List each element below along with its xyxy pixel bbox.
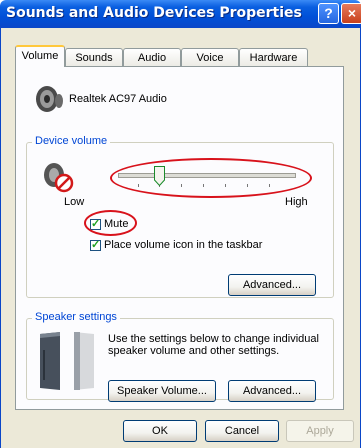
mute-label: Mute	[104, 218, 129, 230]
volume-slider[interactable]	[118, 166, 296, 190]
tab-sounds[interactable]: Sounds	[65, 48, 123, 66]
slider-tick	[181, 184, 182, 187]
checkmark-icon: ✓	[91, 218, 101, 230]
apply-button[interactable]: Apply	[286, 420, 354, 442]
slider-track	[118, 173, 296, 178]
close-button[interactable]: ×	[341, 3, 361, 24]
help-button[interactable]: ?	[318, 3, 339, 24]
tab-voice-label: Voice	[196, 52, 224, 64]
high-label: High	[285, 196, 308, 208]
slider-tick	[269, 184, 270, 187]
tab-hardware[interactable]: Hardware	[239, 48, 308, 66]
ok-button[interactable]: OK	[123, 420, 197, 442]
slider-tick	[247, 184, 248, 187]
checkmark-icon: ✓	[91, 239, 101, 251]
tab-volume-label: Volume	[21, 50, 59, 62]
tab-audio[interactable]: Audio	[123, 48, 181, 66]
slider-tick	[225, 184, 226, 187]
speaker-volume-button[interactable]: Speaker Volume...	[108, 380, 216, 402]
window-title: Sounds and Audio Devices Properties	[6, 5, 302, 21]
cancel-button[interactable]: Cancel	[205, 420, 279, 442]
slider-tick	[203, 184, 204, 187]
slider-tick	[138, 184, 139, 187]
speaker-settings-title: Speaker settings	[32, 311, 120, 323]
title-bar[interactable]: Sounds and Audio Devices Properties ? ×	[0, 0, 361, 28]
close-icon: ×	[347, 5, 357, 21]
tab-hardware-label: Hardware	[249, 52, 298, 64]
speaker-advanced-button[interactable]: Advanced...	[228, 380, 316, 402]
speakers-icon	[40, 332, 94, 390]
tab-volume[interactable]: Volume	[15, 45, 65, 67]
taskbar-icon-label: Place volume icon in the taskbar	[104, 239, 263, 251]
speaker-settings-description: Use the settings below to change individ…	[108, 333, 319, 357]
slider-thumb[interactable]	[154, 166, 165, 186]
tab-audio-label: Audio	[137, 52, 167, 64]
mute-checkbox[interactable]: ✓	[90, 218, 101, 230]
taskbar-icon-checkbox[interactable]: ✓	[90, 239, 101, 251]
device-advanced-button[interactable]: Advanced...	[228, 274, 316, 296]
speaker-device-icon	[36, 86, 63, 112]
device-volume-title: Device volume	[32, 135, 111, 147]
low-label: Low	[64, 196, 85, 208]
muted-speaker-icon	[44, 163, 74, 193]
tab-sounds-label: Sounds	[75, 52, 113, 64]
device-name: Realtek AC97 Audio	[69, 93, 167, 105]
help-icon: ?	[324, 5, 333, 21]
tab-voice[interactable]: Voice	[181, 48, 239, 66]
